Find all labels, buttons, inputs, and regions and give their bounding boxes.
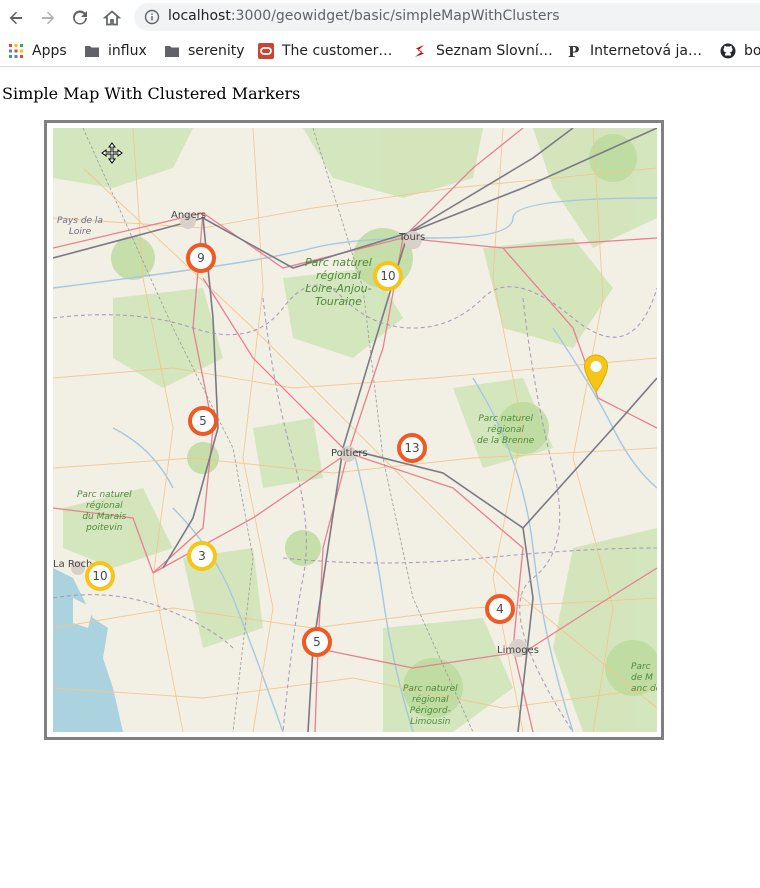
forward-arrow-icon[interactable] xyxy=(36,6,60,30)
page-title: Simple Map With Clustered Markers xyxy=(2,84,301,103)
cluster-marker[interactable]: 10 xyxy=(373,261,403,291)
map-widget: Angers Tours Poitiers Limoges La Roch Pa… xyxy=(44,120,664,740)
svg-text:P: P xyxy=(568,43,579,59)
bookmark-label: serenity xyxy=(188,43,245,59)
bookmark-bo[interactable]: bo xyxy=(720,41,760,61)
bookmark-label: The customer… xyxy=(282,43,393,59)
move-cursor-icon xyxy=(101,142,123,164)
browser-toolbar: localhost:3000/geowidget/basic/simpleMap… xyxy=(0,0,760,36)
map-tiles xyxy=(53,128,657,732)
bookmark-label: Apps xyxy=(32,43,67,59)
cluster-marker[interactable]: 9 xyxy=(186,243,216,273)
park-label-loire-anjou-touraine: Parc naturel régional Loire-Anjou- Toura… xyxy=(305,256,372,308)
place-label-tours: Tours xyxy=(399,232,426,243)
place-label-angers: Angers xyxy=(171,210,206,221)
reload-icon[interactable] xyxy=(68,6,92,30)
oracle-icon xyxy=(258,43,274,59)
park-label-brenne: Parc naturel régional de la Brenne xyxy=(477,414,535,446)
park-label-edge: Parc de M anc de xyxy=(631,662,657,694)
bookmark-label: influx xyxy=(108,43,147,59)
back-arrow-icon[interactable] xyxy=(4,6,28,30)
cluster-marker[interactable]: 10 xyxy=(85,561,115,591)
p-icon: P xyxy=(568,43,579,59)
folder-icon xyxy=(85,46,99,57)
home-icon[interactable] xyxy=(100,6,124,30)
map-pin-icon[interactable] xyxy=(583,354,609,394)
bookmark-serenity[interactable]: serenity xyxy=(164,41,245,61)
park-label-perigord-limousin: Parc naturel régional Périgord- Limousin xyxy=(403,684,458,727)
park-label-marais-poitevin: Parc naturel régional du Marais poitevin xyxy=(77,490,132,533)
seznam-icon xyxy=(415,45,424,57)
folder-icon xyxy=(165,46,179,57)
place-label-poitiers: Poitiers xyxy=(331,448,368,459)
bookmark-influx[interactable]: influx xyxy=(84,41,147,61)
bookmark-apps[interactable]: Apps xyxy=(8,41,67,61)
bookmark-seznam[interactable]: Seznam Slovní… xyxy=(412,41,553,61)
address-bar[interactable]: localhost:3000/geowidget/basic/simpleMap… xyxy=(134,3,760,31)
cluster-marker[interactable]: 5 xyxy=(302,627,332,657)
bookmark-label: bo xyxy=(744,43,760,59)
cluster-marker[interactable]: 4 xyxy=(485,594,515,624)
map-canvas[interactable]: Angers Tours Poitiers Limoges La Roch Pa… xyxy=(53,128,657,732)
bookmark-label: Seznam Slovní… xyxy=(436,43,553,59)
info-icon[interactable] xyxy=(144,9,160,25)
place-label-limoges: Limoges xyxy=(497,645,539,656)
github-icon xyxy=(720,43,736,59)
bookmark-customer[interactable]: The customer… xyxy=(258,41,392,61)
cluster-marker[interactable]: 13 xyxy=(397,433,427,463)
bookmarks-bar: Apps influx serenity The customer… Sezna… xyxy=(0,36,760,67)
url-host: localhost xyxy=(168,8,231,24)
bookmark-label: Internetová ja… xyxy=(590,43,702,59)
url-path: :3000/geowidget/basic/simpleMapWithClust… xyxy=(230,8,560,24)
cluster-marker[interactable]: 3 xyxy=(187,541,217,571)
apps-grid-icon xyxy=(9,44,23,58)
region-label-pays-de-la-loire: Pays de la Loire xyxy=(57,216,103,237)
bookmark-internetova[interactable]: P Internetová ja… xyxy=(566,41,702,61)
url-text[interactable]: localhost:3000/geowidget/basic/simpleMap… xyxy=(168,8,560,24)
cluster-marker[interactable]: 5 xyxy=(188,406,218,436)
